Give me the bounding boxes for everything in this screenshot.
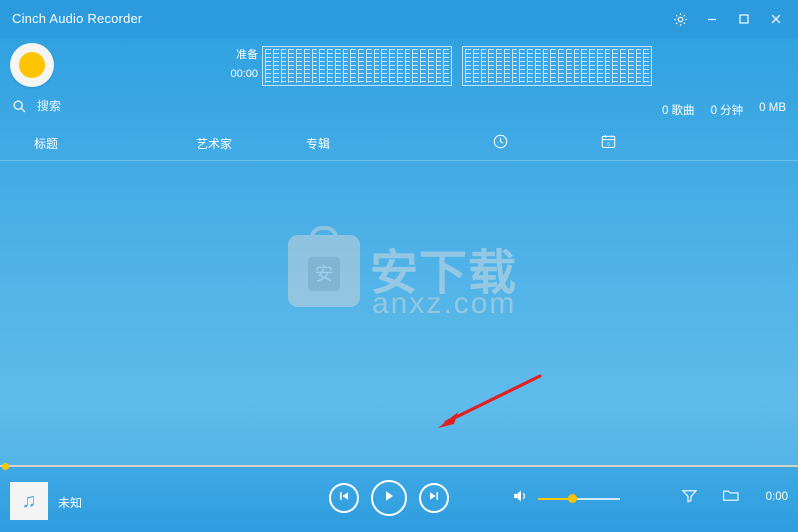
clock-icon <box>492 134 509 153</box>
column-duration[interactable] <box>492 133 509 153</box>
library-stats: 0 歌曲 0 分钟 0 MB <box>662 102 786 118</box>
seek-track <box>0 465 798 467</box>
level-meters <box>262 46 652 86</box>
title-bar: Cinch Audio Recorder <box>0 0 798 38</box>
column-header: 标题 艺术家 专辑 6 <box>0 128 798 161</box>
record-indicator-icon <box>19 52 45 78</box>
calendar-icon: 6 <box>600 135 617 153</box>
play-icon <box>381 488 397 509</box>
maximize-icon <box>737 12 751 26</box>
watermark-sub-text: anxz.com <box>372 287 517 320</box>
volume-slider[interactable] <box>538 493 620 505</box>
recorder-status: 准备 00:00 <box>222 46 258 84</box>
close-button[interactable] <box>760 4 792 34</box>
previous-icon <box>337 489 351 508</box>
watermark-bag-glyph: 安 <box>308 257 340 291</box>
previous-button[interactable] <box>329 483 359 513</box>
playback-time: 0:00 <box>765 491 788 503</box>
search-bar: 0 歌曲 0 分钟 0 MB <box>0 96 798 124</box>
record-button[interactable] <box>10 43 54 87</box>
close-icon <box>769 12 783 26</box>
player-tools <box>681 488 740 508</box>
status-text: 准备 <box>236 49 258 61</box>
next-icon <box>427 489 441 508</box>
folder-button[interactable] <box>722 488 740 508</box>
player-bar: ♫ 未知 0:00 <box>0 463 798 532</box>
volume-fill <box>538 497 572 500</box>
column-artist[interactable]: 艺术家 <box>196 135 232 152</box>
level-meter-right <box>462 46 652 86</box>
column-title[interactable]: 标题 <box>34 135 58 152</box>
track-list[interactable]: 安 安下载 anxz.com <box>0 160 798 465</box>
elapsed-time: 00:00 <box>230 68 258 80</box>
seek-slider[interactable] <box>0 463 798 470</box>
volume-knob[interactable] <box>568 493 577 503</box>
level-meter-left <box>262 46 452 86</box>
search-input[interactable] <box>35 98 189 114</box>
minimize-button[interactable] <box>696 4 728 34</box>
music-note-icon: ♫ <box>21 489 37 512</box>
window-controls <box>664 0 792 38</box>
annotation-arrow-icon <box>438 374 542 428</box>
filter-button[interactable] <box>681 488 698 508</box>
volume-control[interactable] <box>512 488 620 509</box>
next-button[interactable] <box>419 483 449 513</box>
recorder-bar: 准备 00:00 <box>0 38 798 96</box>
transport-controls <box>329 480 449 516</box>
volume-icon[interactable] <box>512 488 530 509</box>
now-playing-thumbnail: ♫ <box>10 482 48 520</box>
maximize-button[interactable] <box>728 4 760 34</box>
now-playing-title: 未知 <box>58 496 83 510</box>
settings-button[interactable] <box>664 4 696 34</box>
app-title: Cinch Audio Recorder <box>12 11 143 26</box>
search-icon <box>12 99 27 114</box>
stat-duration: 0 分钟 <box>710 105 744 117</box>
svg-text:6: 6 <box>607 141 610 147</box>
seek-knob[interactable] <box>2 463 9 470</box>
play-button[interactable] <box>371 480 407 516</box>
stat-size: 0 MB <box>759 102 786 114</box>
app-window: Cinch Audio Recorder 准备 00:00 搜索 0 歌曲 0 … <box>0 0 798 532</box>
stat-songs: 0 歌曲 <box>661 105 695 117</box>
column-date[interactable]: 6 <box>600 133 617 153</box>
watermark-bag-icon: 安 <box>288 226 360 307</box>
search-container[interactable] <box>12 98 189 114</box>
column-album[interactable]: 专辑 <box>306 135 330 152</box>
gear-icon <box>673 12 688 27</box>
minimize-icon <box>705 12 719 26</box>
watermark: 安 安下载 anxz.com <box>288 225 518 335</box>
